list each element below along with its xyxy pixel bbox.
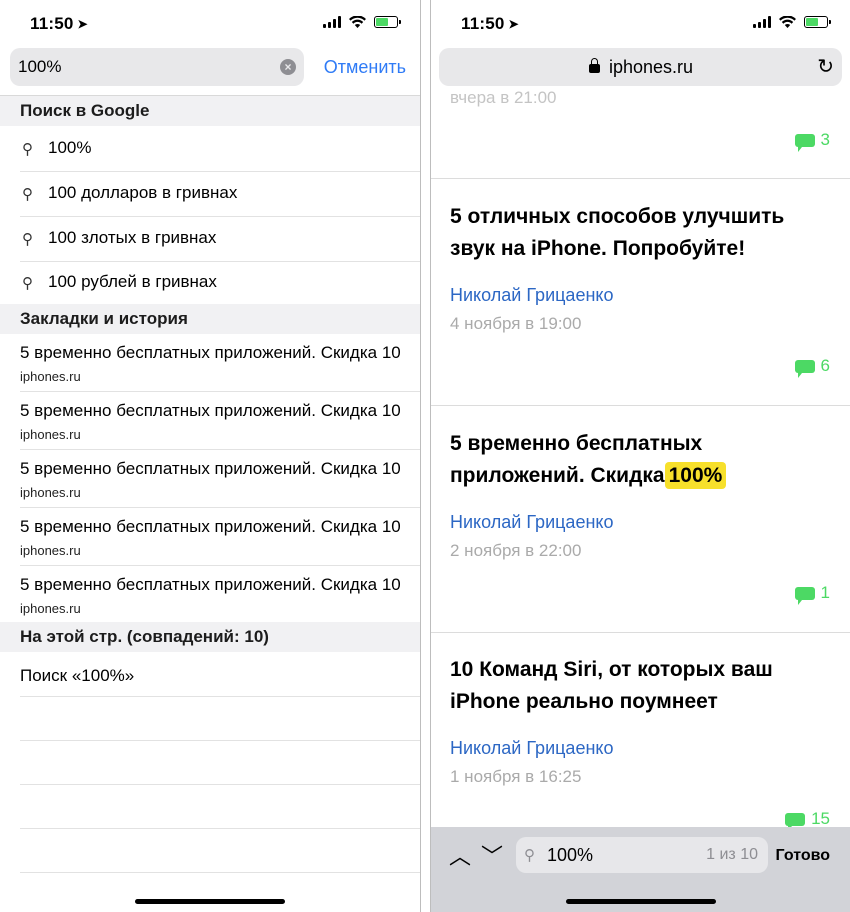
status-bar: 11:50 ➤ [0,0,420,44]
empty-row [20,696,420,741]
home-indicator [565,899,716,904]
cancel-button[interactable]: Отменить [324,57,406,78]
comment-count[interactable]: 1 [794,583,830,605]
location-arrow-icon: ➤ [508,17,519,31]
location-arrow-icon: ➤ [77,17,88,31]
comment-count[interactable]: 15 [785,809,830,831]
suggestion-row[interactable]: ⚲ 100 рублей в гривнах [20,260,420,305]
wifi-icon [349,16,366,28]
find-on-page-row[interactable]: Поиск «100%» [20,652,420,697]
suggestion-row[interactable]: ⚲ 100 злотых в гривнах [20,216,420,262]
match-count: 1 из 10 [706,846,758,863]
section-header-on-page: На этой стр. (совпадений: 10) [0,622,420,652]
article-title[interactable]: 5 временно бесплатных приложений. Скидка… [450,428,830,492]
search-input-value: 100% [18,57,62,76]
article-card[interactable]: 5 отличных способов улучшить звук на iPh… [431,179,850,406]
article-card: вчера в 21:00 3 [431,86,850,179]
history-row[interactable]: 5 временно бесплатных приложений. Скидка… [20,391,420,450]
find-input[interactable]: ⚲ 100% 1 из 10 [516,837,768,873]
article-title[interactable]: 10 Команд Siri, от которых ваш iPhone ре… [450,654,830,718]
article-date: вчера в 21:00 [450,88,557,107]
comment-bubble-icon [785,812,806,831]
done-button[interactable]: Готово [776,847,830,865]
address-bar[interactable]: iphones.ru ↻ [439,48,842,86]
clear-icon[interactable]: × [280,59,296,75]
battery-icon [804,16,831,28]
search-icon: ⚲ [524,847,535,864]
comment-count[interactable]: 6 [794,356,830,378]
article-card[interactable]: 5 временно бесплатных приложений. Скидка… [431,406,850,633]
empty-row [20,784,420,829]
status-bar: 11:50 ➤ [431,0,850,44]
status-time: 11:50 [30,14,74,33]
search-icon: ⚲ [22,231,33,248]
comment-bubble-icon [794,586,815,605]
comment-bubble-icon [794,133,815,152]
history-row[interactable]: 5 временно бесплатных приложений. Скидка… [20,449,420,508]
lock-icon [589,58,600,73]
chevron-down-icon[interactable]: ﹀ [481,839,503,871]
search-highlight: 100% [664,462,727,489]
article-card[interactable]: 10 Команд Siri, от которых ваш iPhone ре… [431,633,850,853]
find-on-page-bar: ︿ ﹀ ⚲ 100% 1 из 10 Готово [431,827,850,912]
cellular-signal-icon [323,16,341,28]
empty-row [20,740,420,785]
search-input[interactable]: 100% × [10,48,304,86]
empty-row [20,828,420,873]
article-author[interactable]: Николай Грицаенко [450,285,613,306]
safari-search-screen: 11:50 ➤ 100% × Отменить Поиск в Google ⚲ 1… [0,0,421,912]
article-date: 1 ноября в 16:25 [450,767,582,786]
section-header-history: Закладки и история [0,304,420,334]
suggestion-row[interactable]: ⚲ 100% [20,126,420,172]
status-time: 11:50 [461,14,505,33]
cellular-signal-icon [753,16,771,28]
chevron-up-icon[interactable]: ︿ [449,839,471,871]
suggestion-row[interactable]: ⚲ 100 долларов в гривнах [20,171,420,217]
screen-gap [421,0,430,912]
article-date: 2 ноября в 22:00 [450,541,582,560]
search-icon: ⚲ [22,275,33,292]
battery-icon [374,16,401,28]
comment-bubble-icon [794,359,815,378]
article-title[interactable]: 5 отличных способов улучшить звук на iPh… [450,201,830,265]
history-row[interactable]: 5 временно бесплатных приложений. Скидка… [20,565,420,623]
comment-count[interactable]: 3 [794,130,830,152]
wifi-icon [779,16,796,28]
search-icon: ⚲ [22,141,33,158]
safari-page-screen: 11:50 ➤ вчера в 21:00 3 iphones.ru ↻ 5 от… [430,0,850,912]
history-row[interactable]: 5 временно бесплатных приложений. Скидка… [20,507,420,566]
history-row[interactable]: 5 временно бесплатных приложений. Скидка… [20,333,420,392]
article-date: 4 ноября в 19:00 [450,314,582,333]
home-indicator [135,899,285,904]
article-author[interactable]: Николай Грицаенко [450,512,613,533]
section-header-google: Поиск в Google [0,96,420,126]
search-icon: ⚲ [22,186,33,203]
article-author[interactable]: Николай Грицаенко [450,738,613,759]
address-domain: iphones.ru [609,57,694,77]
reload-icon[interactable]: ↻ [817,54,834,79]
find-query: 100% [547,845,594,865]
